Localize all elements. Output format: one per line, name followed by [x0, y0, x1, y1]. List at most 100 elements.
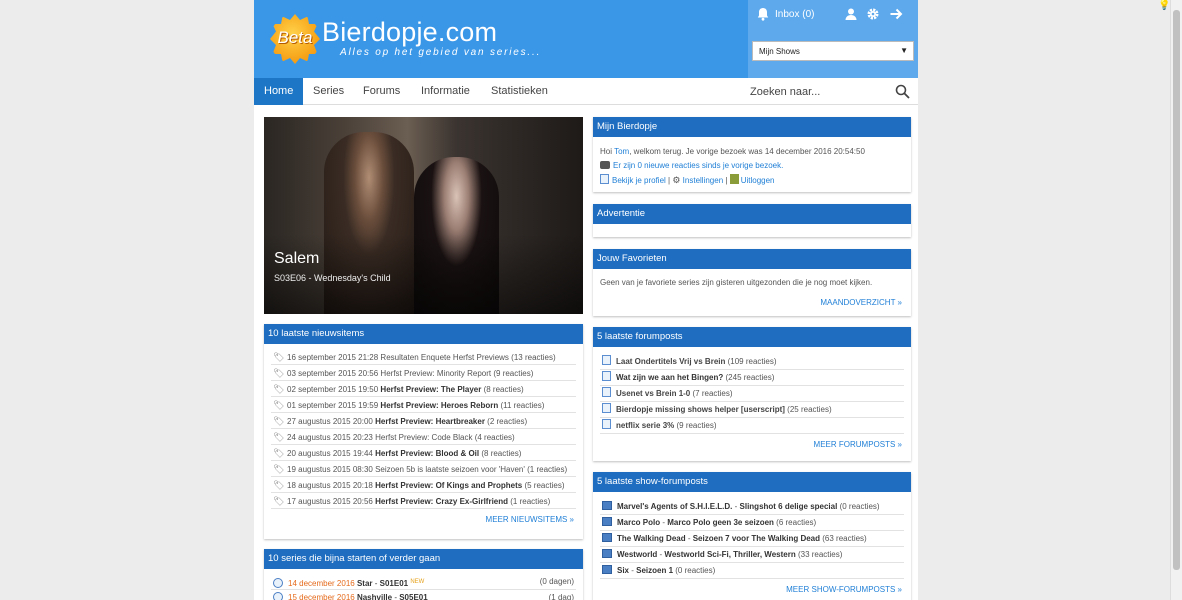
forumpost-item[interactable]: Wat zijn we aan het Bingen? (245 reactie…	[600, 370, 904, 386]
starting-series-panel: 10 series die bijna starten of verder ga…	[264, 549, 583, 600]
news-item[interactable]: 🏷 01 september 2015 19:59 Herfst Preview:…	[271, 397, 576, 413]
tag-icon: 🏷	[273, 464, 285, 474]
lightbulb-icon[interactable]: 💡	[1158, 0, 1170, 12]
separator: -	[685, 534, 693, 543]
separator: -	[372, 579, 380, 588]
hero-subtitle[interactable]: S03E06 - Wednesday's Child	[274, 273, 391, 283]
forumpost-item[interactable]: Bierdopje missing shows helper [userscri…	[600, 402, 904, 418]
tag-icon: 🏷	[273, 496, 285, 506]
logout-door-icon	[729, 174, 739, 184]
show-forumpost-item[interactable]: The Walking Dead - Seizoen 7 voor The Wa…	[600, 531, 904, 547]
news-reactions: (9 reacties)	[493, 369, 534, 378]
news-title-link[interactable]: Herfst Preview: Code Black	[375, 433, 472, 442]
news-item[interactable]: 🏷 02 september 2015 19:50 Herfst Preview:…	[271, 381, 576, 397]
show-name-link[interactable]: Six	[617, 566, 629, 575]
news-title-link[interactable]: Herfst Preview: Of Kings and Prophets	[375, 481, 522, 490]
beta-badge-label[interactable]: Beta	[272, 28, 318, 48]
page-scrollbar[interactable]	[1170, 0, 1182, 600]
news-date: 16 september 2015 21:28	[287, 353, 379, 362]
nav-item-home[interactable]: Home	[254, 78, 304, 105]
more-forumposts-link[interactable]: MEER FORUMPOSTS »	[600, 434, 904, 449]
forumpost-title-link[interactable]: netflix serie 3%	[616, 421, 674, 430]
last-visit-text: , welkom terug. Je vorige bezoek was 14 …	[629, 147, 865, 156]
scrollbar-thumb[interactable]	[1173, 10, 1180, 570]
show-name-link[interactable]: Nashville	[357, 593, 392, 600]
nav-item-series[interactable]: Series	[303, 78, 354, 105]
show-name-link[interactable]: Westworld	[617, 550, 657, 559]
news-title-link[interactable]: Herfst Preview: The Player	[380, 385, 481, 394]
news-title-link[interactable]: Herfst Preview: Heroes Reborn	[380, 401, 498, 410]
forumpost-item[interactable]: netflix serie 3% (9 reacties)	[600, 418, 904, 434]
news-item[interactable]: 🏷 20 augustus 2015 19:44 Herfst Preview: …	[271, 445, 576, 461]
show-forumpost-item[interactable]: Marvel's Agents of S.H.I.E.L.D. - Slings…	[600, 499, 904, 515]
forumpost-reactions: (7 reacties)	[692, 389, 733, 398]
tag-icon: 🏷	[273, 400, 285, 410]
hero-title[interactable]: Salem	[274, 250, 319, 268]
show-name-link[interactable]: Star	[357, 579, 373, 588]
start-date: 15 december 2016	[288, 593, 355, 600]
days-until: (0 dagen)	[539, 577, 574, 586]
view-profile-link[interactable]: Bekijk je profiel	[612, 176, 666, 185]
news-item[interactable]: 🏷 27 augustus 2015 20:00 Herfst Preview: …	[271, 413, 576, 429]
topic-reactions: (33 reacties)	[797, 550, 843, 559]
forumpost-title-link[interactable]: Wat zijn we aan het Bingen?	[616, 373, 723, 382]
news-item[interactable]: 🏷 16 september 2015 21:28 Resultaten Enqu…	[271, 349, 576, 365]
show-name-link[interactable]: Marvel's Agents of S.H.I.E.L.D.	[617, 502, 732, 511]
news-item[interactable]: 🏷 19 augustus 2015 08:30 Seizoen 5b is la…	[271, 461, 576, 477]
welcome-text: Hoi Tom, welkom terug. Je vorige bezoek …	[600, 145, 904, 159]
username-link[interactable]: Tom	[614, 147, 629, 156]
settings-link[interactable]: Instellingen	[683, 176, 723, 185]
bell-icon[interactable]	[756, 7, 770, 21]
show-forumpost-item[interactable]: Marco Polo - Marco Polo geen 3e seizoen …	[600, 515, 904, 531]
forumpost-title-link[interactable]: Laat Ondertitels Vrij vs Brein	[616, 357, 725, 366]
logout-link[interactable]: Uitloggen	[741, 176, 775, 185]
starting-series-item[interactable]: 14 december 2016 Star - S01E01 NEW (0 dag…	[271, 574, 576, 590]
show-name-link[interactable]: Marco Polo	[617, 518, 660, 527]
search-input[interactable]	[750, 82, 880, 101]
news-item[interactable]: 🏷 17 augustus 2015 20:56 Herfst Preview: …	[271, 493, 576, 509]
news-item[interactable]: 🏷 24 augustus 2015 20:23 Herfst Preview: …	[271, 429, 576, 445]
user-icon[interactable]	[844, 7, 858, 21]
logout-arrow-icon[interactable]	[889, 7, 903, 21]
tv-icon	[602, 501, 612, 510]
forumpost-title-link[interactable]: Bierdopje missing shows helper [userscri…	[616, 405, 785, 414]
month-overview-link[interactable]: MAANDOVERZICHT »	[600, 287, 904, 307]
episode-code[interactable]: S05E01	[399, 593, 427, 600]
news-title-link[interactable]: Herfst Preview: Blood & Oil	[375, 449, 479, 458]
chat-icon	[600, 161, 610, 169]
nav-item-statistieken[interactable]: Statistieken	[481, 78, 558, 105]
featured-show-banner[interactable]: Salem S03E06 - Wednesday's Child	[264, 117, 583, 314]
starting-series-item[interactable]: 15 december 2016 Nashville - S05E01 (1 da…	[271, 590, 576, 600]
news-title-link[interactable]: Seizoen 5b is laatste seizoen voor 'Have…	[375, 465, 525, 474]
my-shows-select[interactable]: Mijn Shows ▼	[752, 41, 914, 61]
more-show-forumposts-link[interactable]: MEER SHOW-FORUMPOSTS »	[600, 579, 904, 594]
topic-title-link[interactable]: Westworld Sci-Fi, Thriller, Western	[664, 550, 795, 559]
topic-title-link[interactable]: Seizoen 7 voor The Walking Dead	[693, 534, 820, 543]
news-title-link[interactable]: Herfst Preview: Minority Report	[380, 369, 491, 378]
topic-title-link[interactable]: Slingshot 6 delige special	[740, 502, 838, 511]
topic-title-link[interactable]: Marco Polo geen 3e seizoen	[667, 518, 774, 527]
search-icon[interactable]	[895, 84, 910, 99]
more-news-link[interactable]: MEER NIEUWSITEMS »	[271, 509, 576, 524]
nav-item-informatie[interactable]: Informatie	[411, 78, 480, 105]
news-title-link[interactable]: Resultaten Enquete Herfst Previews	[380, 353, 509, 362]
gear-icon[interactable]	[866, 7, 880, 21]
site-header: Beta Bierdopje.com Alles op het gebied v…	[254, 0, 918, 78]
show-forumpost-item[interactable]: Westworld - Westworld Sci-Fi, Thriller, …	[600, 547, 904, 563]
topic-title-link[interactable]: Seizoen 1	[636, 566, 673, 575]
forumpost-item[interactable]: Usenet vs Brein 1-0 (7 reacties)	[600, 386, 904, 402]
inbox-link[interactable]: Inbox (0)	[775, 9, 814, 20]
new-reactions-link[interactable]: Er zijn 0 nieuwe reacties sinds je vorig…	[613, 161, 783, 170]
news-title-link[interactable]: Herfst Preview: Crazy Ex-Girlfriend	[375, 497, 508, 506]
nav-item-forums[interactable]: Forums	[353, 78, 410, 105]
show-name-link[interactable]: The Walking Dead	[617, 534, 686, 543]
forumpost-title-link[interactable]: Usenet vs Brein 1-0	[616, 389, 690, 398]
news-item[interactable]: 🏷 18 augustus 2015 20:18 Herfst Preview: …	[271, 477, 576, 493]
forumpost-item[interactable]: Laat Ondertitels Vrij vs Brein (109 reac…	[600, 354, 904, 370]
episode-code[interactable]: S01E01	[380, 579, 408, 588]
site-logo-title[interactable]: Bierdopje.com	[322, 17, 497, 48]
news-item[interactable]: 🏷 03 september 2015 20:56 Herfst Preview:…	[271, 365, 576, 381]
show-forumpost-item[interactable]: Six - Seizoen 1 (0 reacties)	[600, 563, 904, 579]
news-title-link[interactable]: Herfst Preview: Heartbreaker	[375, 417, 485, 426]
forumposts-panel: 5 laatste forumposts Laat Ondertitels Vr…	[593, 327, 911, 461]
